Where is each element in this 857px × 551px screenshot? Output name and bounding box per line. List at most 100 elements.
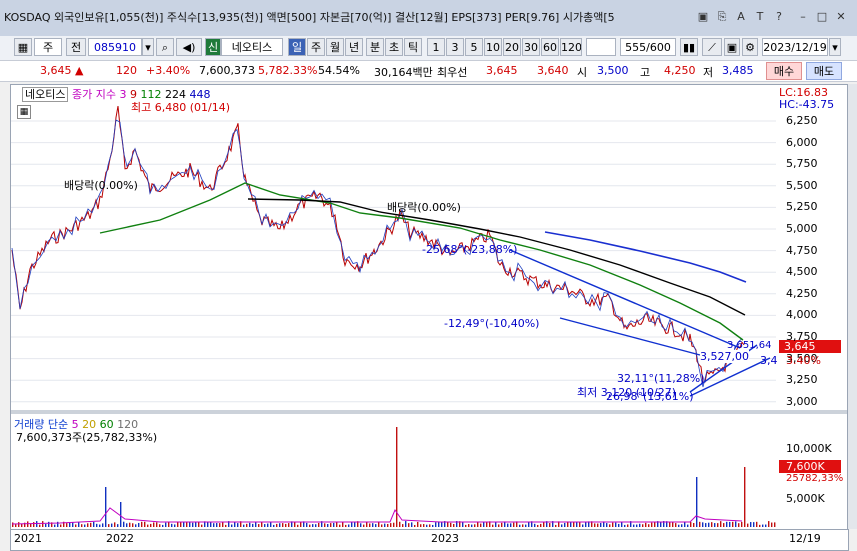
volume-bar [222,522,224,527]
volume-bar [174,524,176,527]
volume-bar [180,521,182,527]
volume-bar [696,477,698,527]
price-series [11,106,745,384]
volume-bar [105,487,107,527]
price-annotation-2: 3,651,64 [727,340,772,351]
volume-bar [387,523,389,527]
volume-bar [153,522,155,527]
volume-bar [708,522,710,527]
price-series-blue [11,119,743,388]
angle-annotation-1: -25,68°(-23,88%) [422,243,518,256]
volume-bar [189,521,191,527]
volume-bar [714,523,716,527]
volume-bar [234,521,236,527]
volume-bar [339,524,341,527]
price-axis-tick: 5,250 [786,200,818,214]
volume-bar [54,524,56,527]
volume-bar [525,524,527,527]
volume-bar [732,521,734,527]
angle-annotation-4: 26,98°(13,61%) [606,390,694,403]
volume-bar [555,524,557,527]
volume-bar [711,522,713,527]
volume-bar [432,524,434,527]
volume-bar [135,524,137,527]
volume-bar [606,523,608,527]
volume-bar [213,523,215,527]
volume-bar [492,524,494,527]
volume-bar [573,521,575,527]
volume-bar [84,524,86,527]
volume-axis-top: 10,000K [786,442,832,455]
high-annotation: 최고 6,480 (01/14) [131,101,231,114]
volume-bar [537,524,539,527]
volume-bar [201,524,203,527]
volume-bar [564,522,566,527]
price-axis-tick: 5,500 [786,178,818,192]
volume-bar [393,522,395,527]
volume-bar [78,522,80,527]
volume-bar [420,524,422,527]
volume-bar [600,522,602,527]
price-axis-tick: 5,000 [786,222,818,235]
volume-bar [741,521,743,527]
volume-bar [90,522,92,527]
volume-bar [126,523,128,527]
grid-icon[interactable]: ▦ [17,105,31,119]
volume-bar [645,522,647,527]
volume-bar [192,522,194,527]
volume-bar [759,524,761,527]
volume-bar [279,523,281,527]
volume-bar [225,524,227,527]
volume-bar [612,522,614,527]
volume-bar [171,523,173,527]
volume-bar [654,522,656,527]
volume-bar [426,524,428,527]
volume-bar [390,523,392,527]
volume-bar [300,522,302,527]
volume-bar [483,522,485,527]
volume-bar [306,522,308,527]
volume-bar [609,524,611,527]
volume-bar [33,522,35,527]
xaxis-label-2022: 2022 [106,532,134,545]
volume-bar [288,523,290,527]
volume-bar [480,523,482,527]
volume-bar [255,521,257,527]
volume-bar [264,524,266,527]
volume-bar [507,523,509,527]
volume-bar [576,522,578,527]
volume-bar [495,522,497,527]
volume-bar [219,523,221,527]
volume-bar [717,523,719,527]
volume-ma-line [11,507,743,525]
volume-bar [93,521,95,527]
volume-bar [633,524,635,527]
volume-bar [771,522,773,527]
volume-bar [270,522,272,527]
volume-bar [519,524,521,527]
volume-bar [774,522,776,527]
volume-bar [540,523,542,527]
dividend-annotation-2: 배당락(0.00%) [387,201,461,214]
dividend-annotation-1: 배당락(0.00%) [64,179,138,192]
volume-bar [147,524,149,527]
volume-bar [408,523,410,527]
volume-bar [318,522,320,527]
price-grid [11,120,776,403]
volume-bar [726,521,728,527]
volume-bar [753,522,755,527]
volume-bar [738,523,740,527]
volume-bar [402,524,404,527]
volume-bar [369,523,371,527]
price-axis-tick: 6,000 [786,135,818,149]
hc-label: HC:-43.75 [779,98,835,111]
volume-bar [285,523,287,527]
volume-bar [360,523,362,527]
volume-bar [435,522,437,527]
volume-current-tag: 7,600K [786,460,825,473]
price-annotation-1: 3,527,00 [700,350,749,363]
volume-bar [510,523,512,527]
volume-bar [216,523,218,527]
volume-bar [330,523,332,527]
volume-bar [735,521,737,527]
